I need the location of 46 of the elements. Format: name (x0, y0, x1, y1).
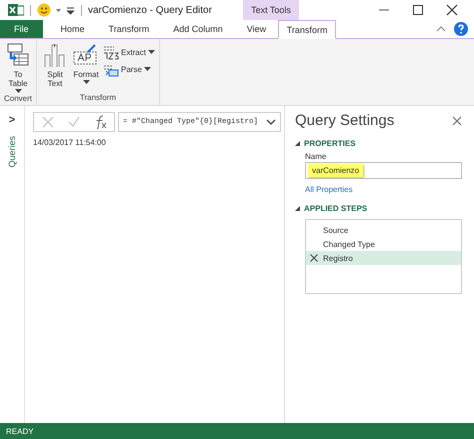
excel-icon (8, 3, 24, 17)
step-item[interactable]: Source (306, 223, 461, 237)
close-icon[interactable] (446, 4, 458, 16)
caret-icon (148, 50, 155, 54)
chevron-down-icon[interactable] (266, 118, 276, 126)
section-heading: APPLIED STEPS (304, 204, 368, 213)
function-icon[interactable] (94, 115, 108, 129)
queries-pane-label[interactable]: Queries (7, 136, 17, 168)
extract-icon (103, 44, 120, 60)
check-icon[interactable] (68, 116, 80, 128)
ribbon-tab[interactable]: View (234, 20, 278, 38)
help-icon[interactable] (454, 22, 468, 36)
ribbon-tab[interactable]: Add Column (161, 20, 235, 38)
smiley-icon[interactable] (37, 3, 51, 17)
step-item[interactable]: Registro (306, 251, 461, 265)
status-bar: READY (0, 423, 474, 439)
maximize-icon[interactable] (412, 4, 424, 16)
contextual-tab-header: Text Tools (243, 0, 299, 20)
ribbon-button[interactable]: Split Text (41, 41, 70, 88)
ribbon-button[interactable]: Format (72, 41, 100, 85)
ribbon-tab[interactable]: Home (48, 20, 97, 38)
collapse-ribbon-icon[interactable] (436, 24, 446, 34)
collapse-triangle-icon[interactable] (295, 141, 300, 146)
name-field[interactable]: varComienzo (305, 162, 462, 179)
panel-title: Query Settings (295, 112, 394, 129)
close-icon[interactable] (452, 116, 462, 126)
section-heading: PROPERTIES (304, 139, 356, 148)
expand-button[interactable]: > (8, 114, 16, 126)
ribbon-tab[interactable]: File (0, 20, 43, 38)
ribbon-tab[interactable]: Transform (278, 20, 336, 39)
result-value: 14/03/2017 11:54:00 (33, 138, 107, 147)
collapse-triangle-icon[interactable] (295, 206, 300, 211)
all-properties-link[interactable]: All Properties (305, 185, 462, 194)
ribbon-button[interactable]: To Table (4, 41, 32, 94)
caret-icon (144, 66, 151, 72)
step-item[interactable]: Changed Type (306, 237, 461, 251)
delete-icon[interactable] (310, 254, 318, 262)
ribbon-button[interactable]: Parse (103, 61, 155, 77)
ribbon-tab[interactable]: Transform (96, 20, 162, 38)
window-title: varComienzo - Query Editor (88, 4, 212, 16)
ribbon-group-label: Convert (4, 94, 32, 105)
caret-icon (82, 80, 90, 85)
caret-icon (14, 89, 22, 94)
ribbon-group-label: Transform (78, 93, 118, 104)
ribbon-button[interactable]: Extract (103, 44, 155, 60)
field-label: Name (305, 152, 328, 161)
